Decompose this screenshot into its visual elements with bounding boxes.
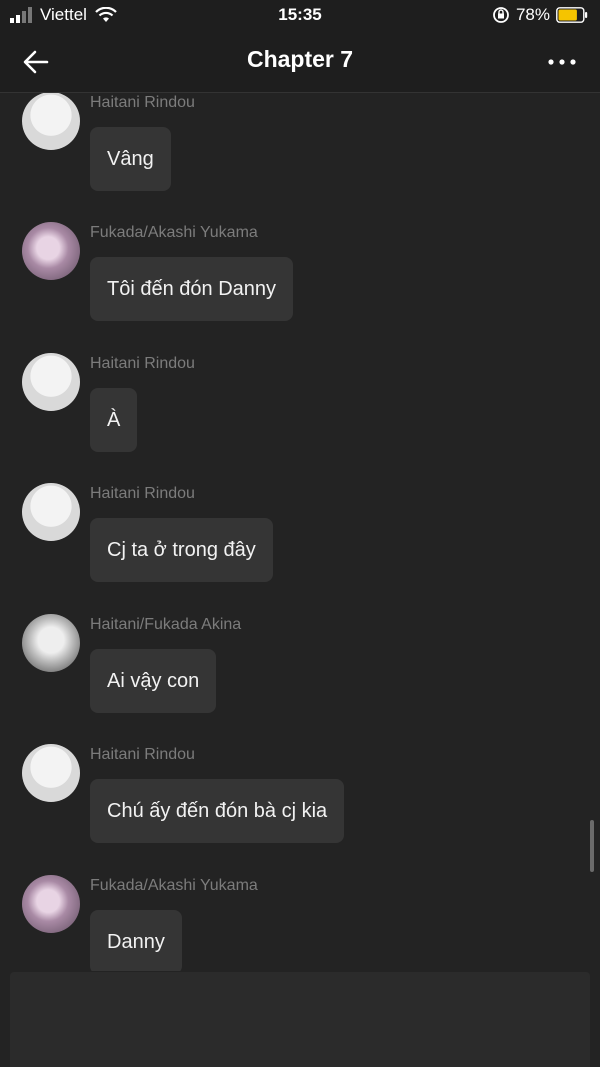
battery-percent: 78%: [515, 5, 550, 24]
message-bubble[interactable]: Danny: [90, 910, 182, 971]
battery-icon: [556, 7, 588, 23]
message-bubble[interactable]: Vâng: [90, 127, 171, 191]
more-options-icon[interactable]: [546, 48, 578, 76]
avatar[interactable]: [22, 614, 80, 672]
message-item: Haitani Rindou Cj ta ở trong đây: [0, 483, 600, 603]
rotation-lock-icon: [493, 7, 509, 23]
message-item: Haitani Rindou À: [0, 353, 600, 473]
sender-name: Fukada/Akashi Yukama: [90, 224, 258, 241]
battery-group: 78%: [492, 5, 588, 25]
message-bubble[interactable]: Chú ấy đến đón bà cj kia: [90, 779, 345, 843]
message-bubble[interactable]: Cj ta ở trong đây: [90, 518, 273, 582]
sender-name: Fukada/Akashi Yukama: [90, 877, 258, 894]
chat-header: Chapter 7: [0, 30, 600, 93]
message-item: Fukada/Akashi Yukama Tôi đến đón Danny: [0, 222, 600, 342]
sender-name: Haitani Rindou: [90, 746, 195, 763]
avatar[interactable]: [22, 744, 80, 802]
message-bubble[interactable]: Tôi đến đón Danny: [90, 257, 294, 321]
avatar[interactable]: [22, 353, 80, 411]
avatar[interactable]: [22, 93, 80, 150]
message-list[interactable]: Haitani Rindou Vâng Fukada/Akashi Yukama…: [0, 93, 600, 971]
avatar[interactable]: [22, 875, 80, 933]
avatar[interactable]: [22, 222, 80, 280]
bottom-input-panel[interactable]: [10, 972, 590, 1067]
status-bar: Viettel 15:35 78%: [0, 0, 600, 30]
page-title: Chapter 7: [246, 46, 354, 72]
sender-name: Haitani Rindou: [90, 94, 195, 111]
sender-name: Haitani Rindou: [90, 355, 195, 372]
message-bubble[interactable]: À: [90, 388, 138, 452]
message-bubble[interactable]: Ai vậy con: [90, 649, 217, 713]
scrollbar[interactable]: [590, 820, 594, 872]
sender-name: Haitani/Fukada Akina: [90, 616, 242, 633]
message-item: Fukada/Akashi Yukama Danny: [0, 875, 600, 971]
avatar[interactable]: [22, 483, 80, 541]
message-item: Haitani/Fukada Akina Ai vậy con: [0, 614, 600, 734]
sender-name: Haitani Rindou: [90, 485, 195, 502]
message-item: Haitani Rindou Vâng: [0, 93, 600, 212]
message-item: Haitani Rindou Chú ấy đến đón bà cj kia: [0, 744, 600, 864]
